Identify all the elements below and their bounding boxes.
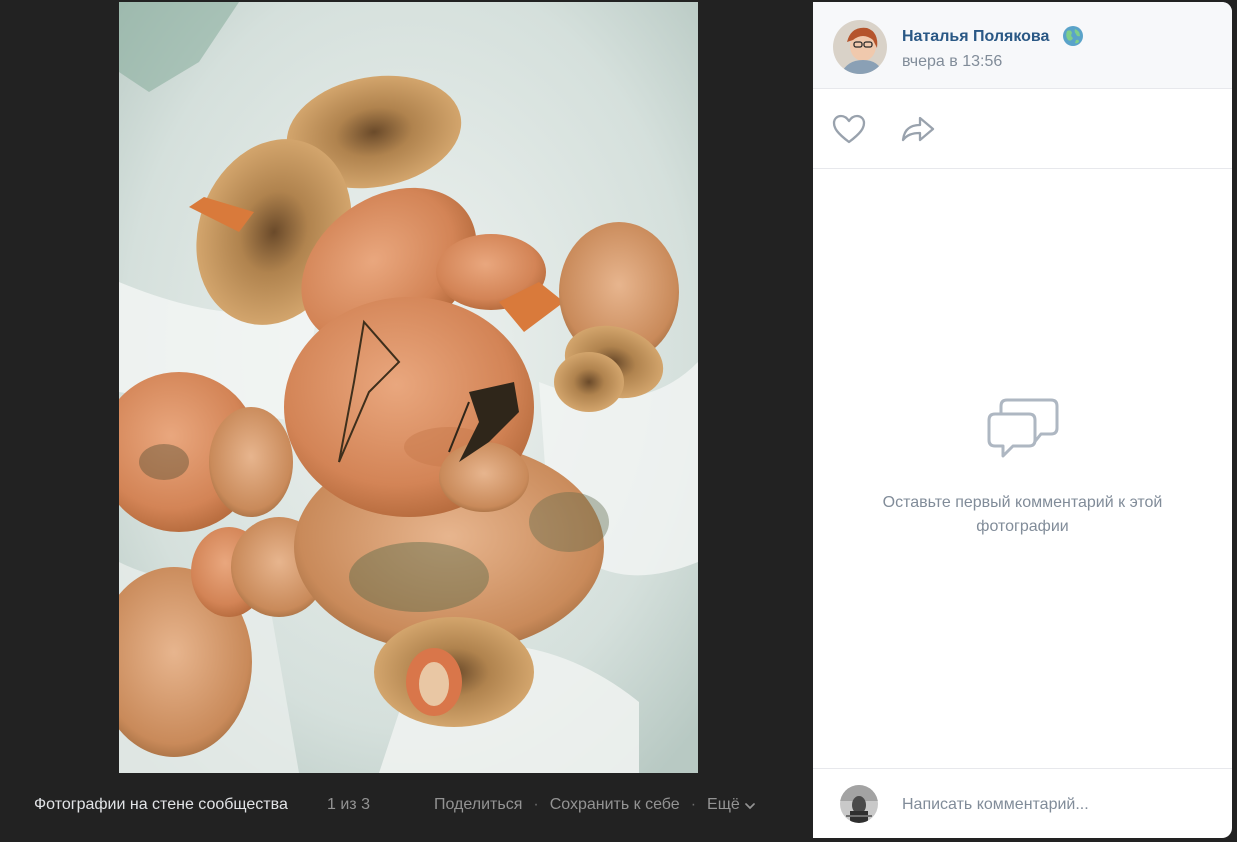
comment-input[interactable]	[900, 792, 1204, 818]
mushroom-photo[interactable]	[119, 2, 698, 773]
share-link[interactable]: Поделиться	[434, 796, 522, 814]
reactions-bar	[813, 89, 1232, 169]
photo-area: Фотографии на стене сообщества 1 из 3 По…	[0, 0, 813, 842]
photo-counter: 1 из 3	[327, 796, 370, 813]
photo-side-panel: Наталья Полякова вчера в 13:56 Оставьте …	[813, 2, 1232, 838]
photo-actions: Поделиться · Сохранить к себе · Ещё	[434, 796, 755, 814]
photo-viewer: Фотографии на стене сообщества 1 из 3 По…	[0, 0, 1237, 842]
save-to-profile-link[interactable]: Сохранить к себе	[550, 796, 680, 814]
post-time: вчера в 13:56	[902, 53, 1003, 70]
globe-icon	[1063, 26, 1083, 46]
separator-dot: ·	[690, 796, 697, 813]
comment-composer	[813, 768, 1232, 839]
current-user-avatar	[840, 785, 878, 823]
author-avatar[interactable]	[833, 20, 887, 74]
heart-icon[interactable]	[831, 113, 867, 145]
separator-dot: ·	[533, 796, 539, 813]
empty-comments-state: Оставьте первый комментарий к этой фотог…	[813, 392, 1232, 539]
author-header: Наталья Полякова вчера в 13:56	[813, 2, 1232, 89]
chevron-down-icon	[744, 802, 755, 809]
empty-comments-text: Оставьте первый комментарий к этой фотог…	[882, 494, 1163, 535]
comments-bubbles-icon	[987, 398, 1058, 458]
more-label: Ещё	[707, 796, 740, 813]
album-title-link[interactable]: Фотографии на стене сообщества	[34, 796, 288, 814]
photo-info-bar: Фотографии на стене сообщества 1 из 3 По…	[0, 776, 813, 836]
more-menu-button[interactable]: Ещё	[707, 796, 755, 814]
share-arrow-icon[interactable]	[899, 113, 937, 145]
author-name-link[interactable]: Наталья Полякова	[902, 28, 1049, 46]
